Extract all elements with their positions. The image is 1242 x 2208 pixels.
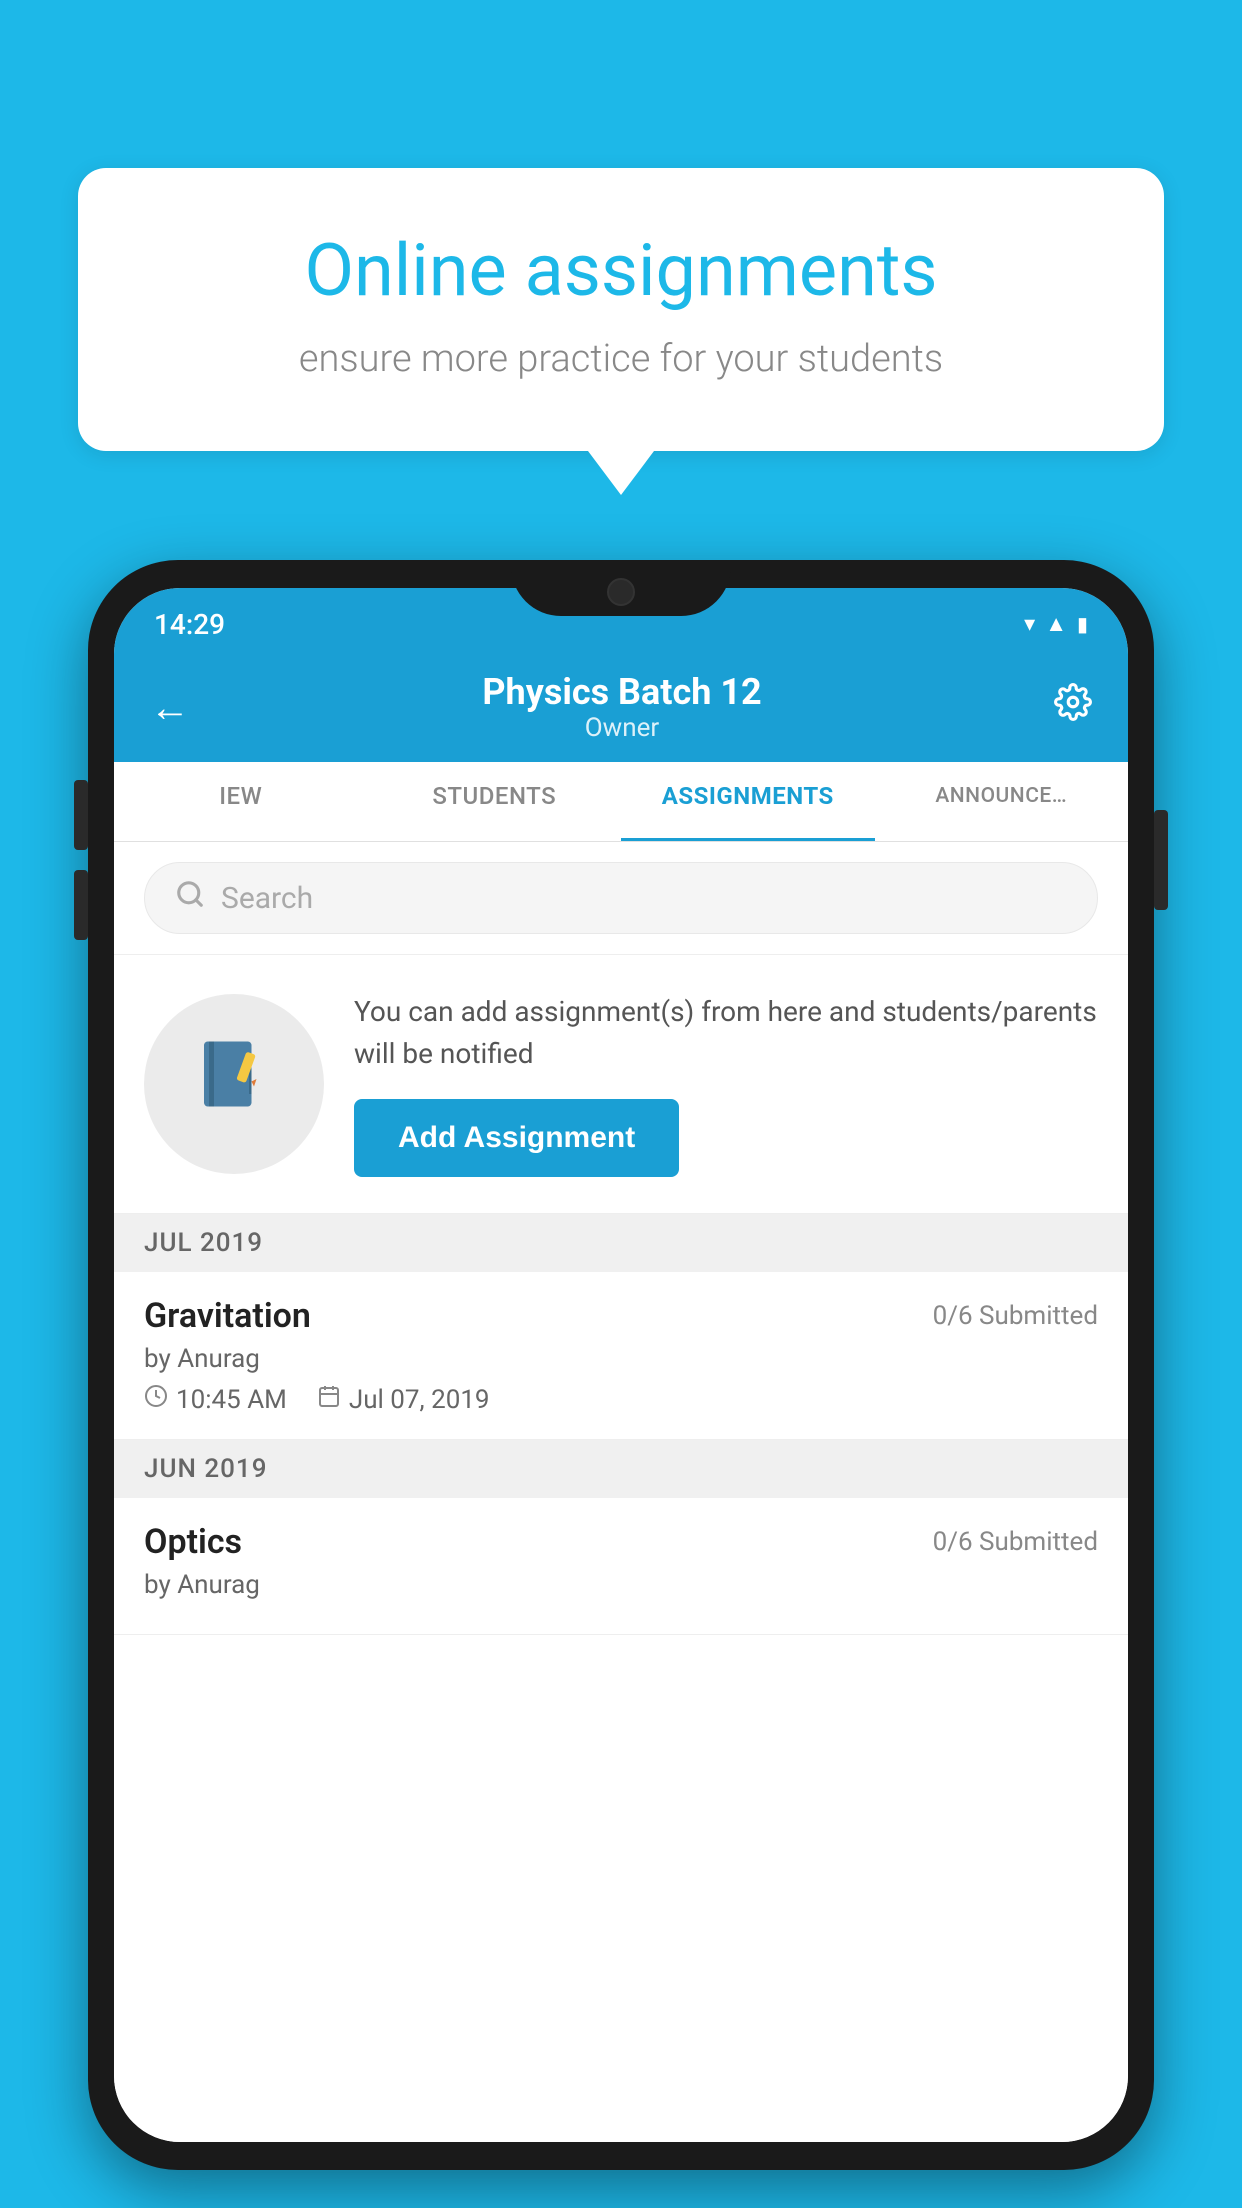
section-header-jun2019: JUN 2019 — [114, 1440, 1128, 1498]
app-bar-title: Physics Batch 12 — [482, 671, 761, 713]
status-time: 14:29 — [154, 608, 225, 641]
cta-section: You can add assignment(s) from here and … — [114, 955, 1128, 1214]
assignment-item-gravitation[interactable]: Gravitation 0/6 Submitted by Anurag — [114, 1272, 1128, 1440]
wifi-icon: ▾ — [1024, 612, 1035, 637]
tab-iew[interactable]: IEW — [114, 761, 368, 841]
section-header-jul2019: JUL 2019 — [114, 1214, 1128, 1272]
phone-screen: 14:29 ▾ ▲ ▮ ← Physics Batch 12 Owner — [114, 588, 1128, 2142]
search-container: Search — [114, 842, 1128, 955]
assignment-row1-optics: Optics 0/6 Submitted — [144, 1522, 1098, 1562]
time-info-gravitation: 10:45 AM — [144, 1384, 287, 1415]
back-button[interactable]: ← — [150, 684, 190, 731]
power-button — [1154, 810, 1168, 910]
add-assignment-button[interactable]: Add Assignment — [354, 1099, 679, 1177]
search-icon — [175, 879, 205, 917]
tab-assignments[interactable]: ASSIGNMENTS — [621, 761, 875, 841]
assignment-row2-optics: by Anurag — [144, 1570, 1098, 1600]
tab-students[interactable]: STUDENTS — [368, 761, 622, 841]
assignment-row2-gravitation: by Anurag — [144, 1344, 1098, 1374]
date-info-gravitation: Jul 07, 2019 — [317, 1384, 490, 1415]
volume-up-button — [74, 780, 88, 850]
phone-frame: 14:29 ▾ ▲ ▮ ← Physics Batch 12 Owner — [88, 560, 1154, 2170]
phone-camera — [607, 578, 635, 606]
screen-content: Search — [114, 842, 1128, 2142]
cta-content: You can add assignment(s) from here and … — [354, 991, 1098, 1177]
volume-down-button — [74, 870, 88, 940]
speech-bubble: Online assignments ensure more practice … — [78, 168, 1164, 451]
signal-icon: ▲ — [1045, 611, 1067, 637]
bubble-subtitle: ensure more practice for your students — [158, 337, 1084, 381]
calendar-icon — [317, 1384, 341, 1415]
assignment-name-optics: Optics — [144, 1522, 242, 1562]
assignment-name-gravitation: Gravitation — [144, 1296, 311, 1336]
cta-description-text: You can add assignment(s) from here and … — [354, 991, 1098, 1075]
assignment-row3-gravitation: 10:45 AM Jul 07, 201 — [144, 1384, 1098, 1415]
app-bar: ← Physics Batch 12 Owner — [114, 652, 1128, 762]
tabs-bar: IEW STUDENTS ASSIGNMENTS ANNOUNCE… — [114, 762, 1128, 842]
app-bar-center: Physics Batch 12 Owner — [482, 671, 761, 743]
tab-announcements[interactable]: ANNOUNCE… — [875, 761, 1129, 841]
search-input-wrap[interactable]: Search — [144, 862, 1098, 934]
assignment-submitted-gravitation: 0/6 Submitted — [933, 1301, 1098, 1331]
settings-icon[interactable] — [1054, 683, 1092, 731]
cta-icon-circle — [144, 994, 324, 1174]
clock-icon — [144, 1384, 168, 1415]
assignment-date-gravitation: Jul 07, 2019 — [349, 1385, 490, 1415]
app-bar-subtitle: Owner — [482, 713, 761, 743]
phone-device: 14:29 ▾ ▲ ▮ ← Physics Batch 12 Owner — [88, 560, 1154, 2170]
status-icons: ▾ ▲ ▮ — [1024, 611, 1088, 637]
notebook-icon — [194, 1034, 274, 1134]
assignment-row1: Gravitation 0/6 Submitted — [144, 1296, 1098, 1336]
assignment-time-gravitation: 10:45 AM — [176, 1385, 287, 1415]
bubble-title: Online assignments — [158, 228, 1084, 313]
battery-icon: ▮ — [1077, 612, 1088, 636]
search-placeholder-text: Search — [221, 881, 313, 916]
phone-notch — [511, 560, 731, 616]
assignment-item-optics[interactable]: Optics 0/6 Submitted by Anurag — [114, 1498, 1128, 1635]
assignment-submitted-optics: 0/6 Submitted — [933, 1527, 1098, 1557]
